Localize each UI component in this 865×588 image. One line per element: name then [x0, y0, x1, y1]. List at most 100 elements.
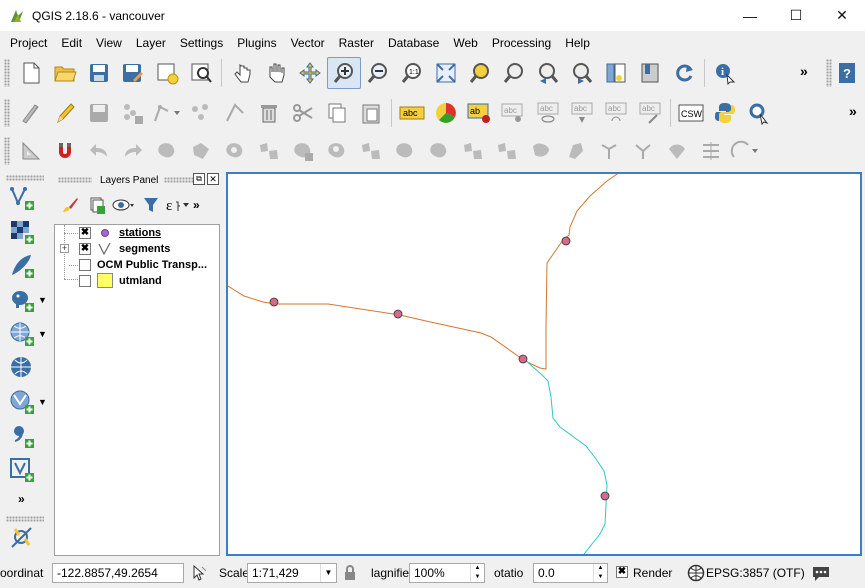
digitize-tool-button[interactable]: [5, 522, 39, 554]
merge-features-button[interactable]: [524, 135, 558, 167]
zoom-next-button[interactable]: [565, 57, 599, 89]
align-tool-button[interactable]: [694, 135, 728, 167]
delete-selected-button[interactable]: [218, 97, 252, 129]
filter-by-expression-button[interactable]: ε: [164, 193, 191, 217]
save-layer-edits-button[interactable]: [82, 97, 116, 129]
zoom-full-button[interactable]: [429, 57, 463, 89]
new-print-composer-button[interactable]: [150, 57, 184, 89]
zoom-to-selection-button[interactable]: [463, 57, 497, 89]
split-parts-button[interactable]: [490, 135, 524, 167]
magnifier-spinbox[interactable]: 100% ▲ ▼: [409, 563, 485, 583]
pin-labels-button[interactable]: abc: [497, 97, 531, 129]
add-vector-layer-button[interactable]: [5, 182, 39, 214]
expand-layer-button[interactable]: +: [60, 244, 69, 253]
highlight-pinned-labels-button[interactable]: ab: [463, 97, 497, 129]
dropdown-arrow-icon[interactable]: ▼: [38, 329, 47, 339]
add-wcs-layer-button[interactable]: [5, 352, 39, 384]
scale-combobox[interactable]: 1:71,429 ▼: [247, 563, 337, 583]
add-wfs-layer-button[interactable]: [5, 386, 39, 418]
csw-metasearch-button[interactable]: CSW: [674, 97, 708, 129]
vertex-tool-button[interactable]: [660, 135, 694, 167]
filter-legend-button[interactable]: [137, 193, 164, 217]
save-as-button[interactable]: [116, 57, 150, 89]
maximize-button[interactable]: ☐: [773, 0, 819, 31]
python-console-button[interactable]: [708, 97, 742, 129]
left-toolbar-overflow-button[interactable]: »: [18, 492, 25, 506]
reshape-features-button[interactable]: [388, 135, 422, 167]
add-part-button[interactable]: [252, 135, 286, 167]
node-tool-button[interactable]: [184, 97, 218, 129]
toolbar-grip[interactable]: [4, 99, 10, 127]
enable-snapping-button[interactable]: [48, 135, 82, 167]
panel-grip[interactable]: [58, 177, 92, 183]
station-point[interactable]: [269, 297, 279, 307]
spin-arrows-icon[interactable]: ▲ ▼: [470, 564, 484, 582]
circular-string-button[interactable]: [728, 135, 762, 167]
new-bookmark-button[interactable]: [633, 57, 667, 89]
spin-arrows-icon[interactable]: ▲ ▼: [593, 564, 607, 582]
layer-diagram-button[interactable]: [429, 97, 463, 129]
layer-visibility-checkbox[interactable]: ✖: [79, 227, 91, 239]
composer-manager-button[interactable]: [184, 57, 218, 89]
new-map-view-button[interactable]: [599, 57, 633, 89]
search-plugin-button[interactable]: [742, 97, 776, 129]
layer-visibility-checkbox[interactable]: [79, 275, 91, 287]
map-canvas[interactable]: [226, 172, 862, 556]
close-panel-button[interactable]: ✕: [207, 173, 219, 185]
station-point[interactable]: [561, 236, 571, 246]
advanced-digitizing-button[interactable]: [14, 135, 48, 167]
copy-features-button[interactable]: [320, 97, 354, 129]
add-group-button[interactable]: [83, 193, 110, 217]
station-point[interactable]: [600, 491, 610, 501]
menu-plugins[interactable]: Plugins: [230, 33, 283, 53]
toolbar-grip[interactable]: [6, 175, 44, 181]
layer-visibility-checkbox[interactable]: [79, 259, 91, 271]
dropdown-arrow-icon[interactable]: ▼: [38, 295, 47, 305]
menu-view[interactable]: View: [89, 33, 129, 53]
station-point[interactable]: [518, 354, 528, 364]
pan-to-selection-button[interactable]: [293, 57, 327, 89]
render-checkbox[interactable]: ✖: [616, 566, 628, 578]
float-panel-button[interactable]: ⧉: [193, 173, 205, 185]
add-spatialite-layer-button[interactable]: [5, 250, 39, 282]
toolbar-overflow-button[interactable]: »: [800, 63, 808, 79]
change-label-button[interactable]: abc: [633, 97, 667, 129]
menu-settings[interactable]: Settings: [173, 33, 230, 53]
menu-database[interactable]: Database: [381, 33, 446, 53]
zoom-to-layer-button[interactable]: [497, 57, 531, 89]
touch-zoom-pan-button[interactable]: [225, 57, 259, 89]
rotate-feature-button[interactable]: [150, 135, 184, 167]
crs-globe-icon[interactable]: [687, 564, 705, 582]
offset-curve-button[interactable]: [422, 135, 456, 167]
help-contents-button[interactable]: ?: [830, 57, 864, 89]
delete-ring-button[interactable]: [320, 135, 354, 167]
add-virtual-layer-button[interactable]: [5, 454, 39, 486]
open-project-button[interactable]: [48, 57, 82, 89]
move-label-button[interactable]: abc: [565, 97, 599, 129]
add-postgis-layer-button[interactable]: [5, 284, 39, 316]
open-layer-styling-button[interactable]: [56, 193, 83, 217]
chevron-down-icon[interactable]: ▼: [320, 564, 336, 582]
paste-features-button[interactable]: [354, 97, 388, 129]
add-wms-layer-button[interactable]: [5, 318, 39, 350]
rotation-spinbox[interactable]: 0.0 ▲ ▼: [533, 563, 608, 583]
merge-attributes-button[interactable]: [558, 135, 592, 167]
layer-row-segments[interactable]: + ✖ segments: [55, 241, 219, 257]
close-window-button[interactable]: ✕: [819, 0, 865, 31]
menu-layer[interactable]: Layer: [129, 33, 173, 53]
zoom-out-button[interactable]: [361, 57, 395, 89]
layer-visibility-checkbox[interactable]: ✖: [79, 243, 91, 255]
show-hide-labels-button[interactable]: abc: [531, 97, 565, 129]
new-project-button[interactable]: [14, 57, 48, 89]
dropdown-arrow-icon[interactable]: ▼: [38, 397, 47, 407]
crs-status[interactable]: EPSG:3857 (OTF): [706, 566, 805, 580]
rotate-point-symbols-button[interactable]: [592, 135, 626, 167]
add-raster-layer-button[interactable]: [5, 216, 39, 248]
minimize-button[interactable]: —: [727, 0, 773, 31]
messages-icon[interactable]: [811, 564, 831, 582]
add-ring-button[interactable]: [218, 135, 252, 167]
layer-row-ocm-public-transport[interactable]: OCM Public Transp...: [55, 257, 219, 273]
zoom-last-button[interactable]: [531, 57, 565, 89]
zoom-native-resolution-button[interactable]: 1:1: [395, 57, 429, 89]
cut-features-button[interactable]: [286, 97, 320, 129]
